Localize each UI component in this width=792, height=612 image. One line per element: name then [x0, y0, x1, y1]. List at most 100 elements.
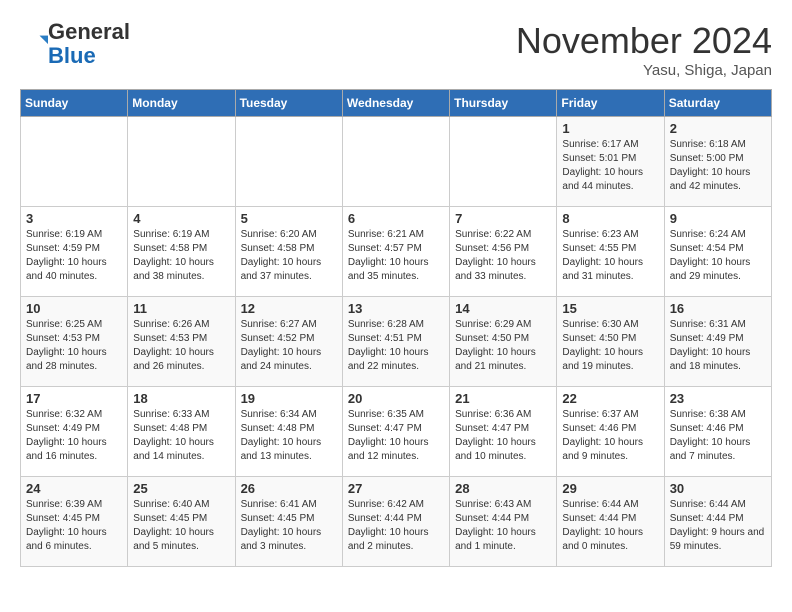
day-info: Sunrise: 6:18 AM Sunset: 5:00 PM Dayligh…	[670, 138, 766, 194]
calendar-cell: 1 Sunrise: 6:17 AM Sunset: 5:01 PM Daylig…	[557, 117, 664, 207]
calendar-cell: 17Sunrise: 6:32 AM Sunset: 4:49 PM Dayli…	[21, 387, 128, 477]
calendar-cell: 7 Sunrise: 6:22 AM Sunset: 4:56 PM Daylig…	[450, 207, 557, 297]
calendar-cell: 5 Sunrise: 6:20 AM Sunset: 4:58 PM Daylig…	[235, 207, 342, 297]
day-number: 20	[348, 391, 444, 406]
calendar-week-row: 24 Sunrise: 6:39 AM Sunset: 4:45 PM Dayli…	[21, 477, 772, 567]
calendar-cell	[450, 117, 557, 207]
weekday-header-cell: Tuesday	[235, 90, 342, 117]
day-info: Sunrise: 6:37 AM Sunset: 4:46 PM Dayligh…	[562, 408, 658, 464]
day-number: 6	[348, 211, 444, 226]
calendar-cell: 2 Sunrise: 6:18 AM Sunset: 5:00 PM Daylig…	[664, 117, 771, 207]
day-info: Sunrise: 6:21 AM Sunset: 4:57 PM Dayligh…	[348, 228, 444, 284]
day-info: Sunrise: 6:44 AM Sunset: 4:44 PM Dayligh…	[670, 498, 766, 554]
calendar-cell: 30 Sunrise: 6:44 AM Sunset: 4:44 PM Dayli…	[664, 477, 771, 567]
day-number: 16	[670, 301, 766, 316]
logo-icon	[20, 30, 48, 58]
calendar-cell: 26Sunrise: 6:41 AM Sunset: 4:45 PM Dayli…	[235, 477, 342, 567]
day-info: Sunrise: 6:34 AM Sunset: 4:48 PM Dayligh…	[241, 408, 337, 464]
calendar-cell: 29 Sunrise: 6:44 AM Sunset: 4:44 PM Dayli…	[557, 477, 664, 567]
calendar-cell: 23 Sunrise: 6:38 AM Sunset: 4:46 PM Dayli…	[664, 387, 771, 477]
calendar-cell: 24 Sunrise: 6:39 AM Sunset: 4:45 PM Dayli…	[21, 477, 128, 567]
day-info: Sunrise: 6:26 AM Sunset: 4:53 PM Dayligh…	[133, 318, 229, 374]
day-number: 7	[455, 211, 551, 226]
day-number: 11	[133, 301, 229, 316]
calendar-cell: 27 Sunrise: 6:42 AM Sunset: 4:44 PM Dayli…	[342, 477, 449, 567]
calendar-cell: 11 Sunrise: 6:26 AM Sunset: 4:53 PM Dayli…	[128, 297, 235, 387]
day-info: Sunrise: 6:17 AM Sunset: 5:01 PM Dayligh…	[562, 138, 658, 194]
calendar-week-row: 3 Sunrise: 6:19 AM Sunset: 4:59 PM Daylig…	[21, 207, 772, 297]
day-info: Sunrise: 6:25 AM Sunset: 4:53 PM Dayligh…	[26, 318, 122, 374]
month-title: November 2024	[516, 20, 772, 62]
day-number: 15	[562, 301, 658, 316]
day-number: 9	[670, 211, 766, 226]
day-info: Sunrise: 6:43 AM Sunset: 4:44 PM Dayligh…	[455, 498, 551, 554]
day-info: Sunrise: 6:38 AM Sunset: 4:46 PM Dayligh…	[670, 408, 766, 464]
day-info: Sunrise: 6:28 AM Sunset: 4:51 PM Dayligh…	[348, 318, 444, 374]
day-number: 21	[455, 391, 551, 406]
calendar-table: SundayMondayTuesdayWednesdayThursdayFrid…	[20, 89, 772, 567]
day-number: 29	[562, 481, 658, 496]
calendar-cell: 6 Sunrise: 6:21 AM Sunset: 4:57 PM Daylig…	[342, 207, 449, 297]
calendar-week-row: 10 Sunrise: 6:25 AM Sunset: 4:53 PM Dayli…	[21, 297, 772, 387]
calendar-cell	[342, 117, 449, 207]
calendar-cell	[128, 117, 235, 207]
day-info: Sunrise: 6:19 AM Sunset: 4:58 PM Dayligh…	[133, 228, 229, 284]
day-info: Sunrise: 6:30 AM Sunset: 4:50 PM Dayligh…	[562, 318, 658, 374]
day-number: 22	[562, 391, 658, 406]
day-number: 8	[562, 211, 658, 226]
day-info: Sunrise: 6:24 AM Sunset: 4:54 PM Dayligh…	[670, 228, 766, 284]
calendar-week-row: 17Sunrise: 6:32 AM Sunset: 4:49 PM Dayli…	[21, 387, 772, 477]
day-number: 27	[348, 481, 444, 496]
day-number: 24	[26, 481, 122, 496]
weekday-header-cell: Thursday	[450, 90, 557, 117]
calendar-cell: 25 Sunrise: 6:40 AM Sunset: 4:45 PM Dayli…	[128, 477, 235, 567]
weekday-header-cell: Monday	[128, 90, 235, 117]
day-info: Sunrise: 6:44 AM Sunset: 4:44 PM Dayligh…	[562, 498, 658, 554]
calendar-cell: 10 Sunrise: 6:25 AM Sunset: 4:53 PM Dayli…	[21, 297, 128, 387]
day-number: 19	[241, 391, 337, 406]
day-info: Sunrise: 6:31 AM Sunset: 4:49 PM Dayligh…	[670, 318, 766, 374]
page-header: General Blue November 2024 Yasu, Shiga, …	[20, 20, 772, 79]
calendar-cell: 15 Sunrise: 6:30 AM Sunset: 4:50 PM Dayli…	[557, 297, 664, 387]
day-info: Sunrise: 6:20 AM Sunset: 4:58 PM Dayligh…	[241, 228, 337, 284]
calendar-cell: 4 Sunrise: 6:19 AM Sunset: 4:58 PM Daylig…	[128, 207, 235, 297]
logo: General Blue	[20, 20, 130, 68]
day-info: Sunrise: 6:23 AM Sunset: 4:55 PM Dayligh…	[562, 228, 658, 284]
day-number: 25	[133, 481, 229, 496]
calendar-cell: 14 Sunrise: 6:29 AM Sunset: 4:50 PM Dayli…	[450, 297, 557, 387]
calendar-cell: 18Sunrise: 6:33 AM Sunset: 4:48 PM Dayli…	[128, 387, 235, 477]
day-info: Sunrise: 6:27 AM Sunset: 4:52 PM Dayligh…	[241, 318, 337, 374]
day-info: Sunrise: 6:36 AM Sunset: 4:47 PM Dayligh…	[455, 408, 551, 464]
day-info: Sunrise: 6:35 AM Sunset: 4:47 PM Dayligh…	[348, 408, 444, 464]
day-number: 5	[241, 211, 337, 226]
calendar-cell: 8 Sunrise: 6:23 AM Sunset: 4:55 PM Daylig…	[557, 207, 664, 297]
day-number: 4	[133, 211, 229, 226]
day-number: 3	[26, 211, 122, 226]
day-info: Sunrise: 6:29 AM Sunset: 4:50 PM Dayligh…	[455, 318, 551, 374]
title-block: November 2024 Yasu, Shiga, Japan	[516, 20, 772, 79]
weekday-header-cell: Sunday	[21, 90, 128, 117]
day-info: Sunrise: 6:19 AM Sunset: 4:59 PM Dayligh…	[26, 228, 122, 284]
logo-text: General Blue	[48, 20, 130, 68]
weekday-header-cell: Wednesday	[342, 90, 449, 117]
day-number: 30	[670, 481, 766, 496]
day-number: 14	[455, 301, 551, 316]
day-info: Sunrise: 6:22 AM Sunset: 4:56 PM Dayligh…	[455, 228, 551, 284]
day-number: 1	[562, 121, 658, 136]
day-info: Sunrise: 6:40 AM Sunset: 4:45 PM Dayligh…	[133, 498, 229, 554]
calendar-cell: 9 Sunrise: 6:24 AM Sunset: 4:54 PM Daylig…	[664, 207, 771, 297]
logo-general: General	[48, 19, 130, 44]
day-number: 2	[670, 121, 766, 136]
calendar-cell: 3 Sunrise: 6:19 AM Sunset: 4:59 PM Daylig…	[21, 207, 128, 297]
day-info: Sunrise: 6:32 AM Sunset: 4:49 PM Dayligh…	[26, 408, 122, 464]
day-number: 28	[455, 481, 551, 496]
calendar-cell	[235, 117, 342, 207]
location: Yasu, Shiga, Japan	[516, 62, 772, 79]
day-info: Sunrise: 6:42 AM Sunset: 4:44 PM Dayligh…	[348, 498, 444, 554]
logo-blue: Blue	[48, 43, 96, 68]
day-number: 10	[26, 301, 122, 316]
day-info: Sunrise: 6:39 AM Sunset: 4:45 PM Dayligh…	[26, 498, 122, 554]
calendar-cell	[21, 117, 128, 207]
calendar-cell: 19 Sunrise: 6:34 AM Sunset: 4:48 PM Dayli…	[235, 387, 342, 477]
day-number: 23	[670, 391, 766, 406]
